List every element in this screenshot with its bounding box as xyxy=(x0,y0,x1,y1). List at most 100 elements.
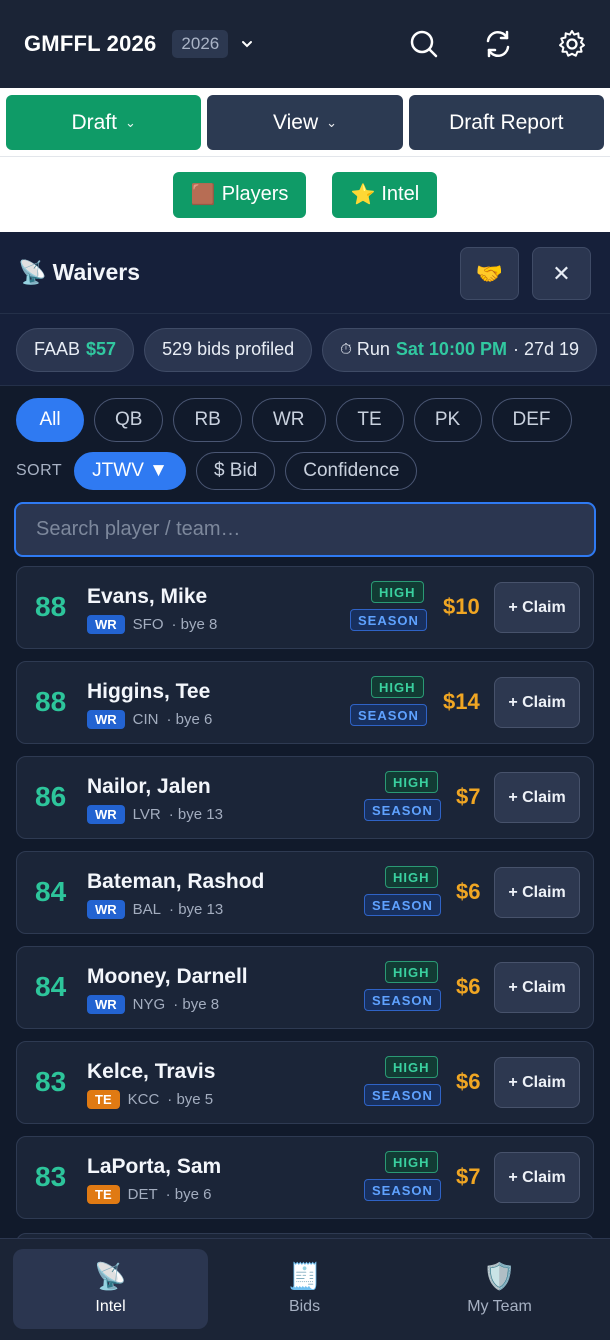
bye-week: · bye 6 xyxy=(165,1186,212,1203)
jtwv-score: 86 xyxy=(35,781,67,812)
term-badge: SEASON xyxy=(350,609,427,631)
confidence-badge: HIGH xyxy=(371,676,424,698)
refresh-icon[interactable] xyxy=(478,24,518,64)
trade-button[interactable]: 🤝 xyxy=(460,247,519,300)
position-badge: TE xyxy=(87,1185,120,1204)
tab-draft[interactable]: Draft ⌄ xyxy=(6,95,202,150)
player-list: 88 Evans, Mike WR SFO · bye 8 HIGH SEASO… xyxy=(16,566,594,1231)
bye-week: · bye 8 xyxy=(173,996,220,1013)
tab-view[interactable]: View ⌄ xyxy=(207,95,403,150)
jtwv-score: 88 xyxy=(35,591,67,622)
player-card[interactable]: 88 Evans, Mike WR SFO · bye 8 HIGH SEASO… xyxy=(16,566,594,649)
player-card[interactable]: 88 Higgins, Tee WR CIN · bye 6 HIGH SEAS… xyxy=(16,661,594,744)
term-badge: SEASON xyxy=(364,1084,441,1106)
claim-button[interactable]: + Claim xyxy=(494,677,580,728)
tab-label: Intel xyxy=(381,183,420,205)
bid-amount: $7 xyxy=(456,784,481,809)
confidence-badge: HIGH xyxy=(385,1056,438,1078)
claim-button[interactable]: + Claim xyxy=(494,1152,580,1203)
player-card[interactable]: 86 Nailor, Jalen WR LVR · bye 13 HIGH SE… xyxy=(16,756,594,839)
run-label: Run xyxy=(356,339,390,359)
close-button[interactable]: ✕ xyxy=(532,247,591,300)
chevron-down-icon: ⌄ xyxy=(326,114,338,130)
bye-week: · bye 13 xyxy=(168,806,223,823)
team: KCC xyxy=(127,1091,160,1108)
run-time: Sat 10:00 PM xyxy=(395,339,507,359)
faab-label: FAAB xyxy=(34,339,81,359)
players-icon: 🟫 xyxy=(190,184,216,206)
jtwv-score: 88 xyxy=(35,686,67,717)
sort-confidence[interactable]: Confidence xyxy=(285,452,418,490)
claim-button[interactable]: + Claim xyxy=(494,772,580,823)
term-badge: SEASON xyxy=(364,1179,441,1201)
team: SFO xyxy=(132,616,164,633)
bid-amount: $10 xyxy=(443,594,480,619)
tab-label: Draft xyxy=(71,110,117,134)
claim-button[interactable]: + Claim xyxy=(494,582,580,633)
filter-all[interactable]: All xyxy=(16,398,84,442)
position-badge: WR xyxy=(87,900,125,919)
term-badge: SEASON xyxy=(350,704,427,726)
position-badge: WR xyxy=(87,805,125,824)
search-icon[interactable] xyxy=(404,24,444,64)
top-app-bar: GMFFL 2026 2026 xyxy=(0,0,610,88)
bid-amount: $6 xyxy=(456,1069,481,1094)
season-badge[interactable]: 2026 xyxy=(172,30,229,58)
nav-bids[interactable]: 🧾 Bids xyxy=(207,1249,402,1329)
tab-label: View xyxy=(272,110,319,134)
position-badge: TE xyxy=(87,1090,120,1109)
nav-intel[interactable]: 📡 Intel xyxy=(13,1249,208,1329)
filter-rb[interactable]: RB xyxy=(173,398,242,442)
faab-pill: FAAB $57 xyxy=(16,327,135,372)
tab-intel[interactable]: ⭐ Intel xyxy=(332,171,438,218)
chevron-down-icon[interactable] xyxy=(240,36,256,52)
tab-players[interactable]: 🟫 Players xyxy=(172,171,307,218)
sort-jtwv[interactable]: JTWV ▼ xyxy=(74,452,186,490)
player-card[interactable]: 84 Bateman, Rashod WR BAL · bye 13 HIGH … xyxy=(16,851,594,934)
team: CIN xyxy=(132,711,159,728)
filter-def[interactable]: DEF xyxy=(491,398,572,442)
bottom-nav: 📡 Intel 🧾 Bids 🛡️ My Team xyxy=(0,1238,610,1340)
term-badge: SEASON xyxy=(364,894,441,916)
shield-icon: 🛡️ xyxy=(483,1261,516,1291)
bids-profiled-text: 529 bids profiled xyxy=(162,339,295,359)
sort-label: SORT xyxy=(16,462,63,479)
player-card[interactable]: 83 Kelce, Travis TE KCC · bye 5 HIGH SEA… xyxy=(16,1041,594,1124)
tab-draft-report[interactable]: Draft Report xyxy=(408,95,604,150)
position-filter: All QB RB WR TE PK DEF xyxy=(16,398,610,444)
waivers-header: 📡 Waivers 🤝 ✕ xyxy=(0,232,610,314)
search-input[interactable] xyxy=(14,502,596,557)
claim-button[interactable]: + Claim xyxy=(494,1057,580,1108)
player-meta: WR BAL · bye 13 xyxy=(87,900,223,919)
app-title: GMFFL 2026 xyxy=(24,31,157,56)
player-card[interactable]: 84 Mooney, Darnell WR NYG · bye 8 HIGH S… xyxy=(16,946,594,1029)
timer-icon: ⏱ xyxy=(340,341,352,358)
claim-button[interactable]: + Claim xyxy=(494,962,580,1013)
jtwv-score: 83 xyxy=(35,1066,67,1097)
sort-bid[interactable]: $ Bid xyxy=(195,452,276,490)
team: DET xyxy=(127,1186,158,1203)
gear-icon[interactable] xyxy=(552,24,592,64)
tab-label: Players xyxy=(221,183,289,205)
confidence-badge: HIGH xyxy=(385,1151,438,1173)
filter-te[interactable]: TE xyxy=(335,398,404,442)
nav-my-team[interactable]: 🛡️ My Team xyxy=(402,1249,597,1329)
nav-label: Bids xyxy=(288,1298,321,1315)
filter-pk[interactable]: PK xyxy=(413,398,482,442)
position-badge: WR xyxy=(87,710,125,729)
position-badge: WR xyxy=(87,995,125,1014)
team: BAL xyxy=(132,901,162,918)
run-pill: ⏱ Run Sat 10:00 PM · 27d 19 xyxy=(322,327,598,372)
player-meta: TE KCC · bye 5 xyxy=(87,1090,213,1109)
faab-value: $57 xyxy=(86,339,117,359)
player-name: Bateman, Rashod xyxy=(87,870,265,893)
filter-qb[interactable]: QB xyxy=(94,398,164,442)
team: LVR xyxy=(132,806,161,823)
filter-wr[interactable]: WR xyxy=(251,398,326,442)
chevron-down-icon: ⌄ xyxy=(124,114,136,130)
claim-button[interactable]: + Claim xyxy=(494,867,580,918)
bye-week: · bye 13 xyxy=(169,901,224,918)
player-card[interactable]: 83 LaPorta, Sam TE DET · bye 6 HIGH SEAS… xyxy=(16,1136,594,1219)
bid-amount: $7 xyxy=(456,1164,481,1189)
close-icon: ✕ xyxy=(552,260,571,286)
